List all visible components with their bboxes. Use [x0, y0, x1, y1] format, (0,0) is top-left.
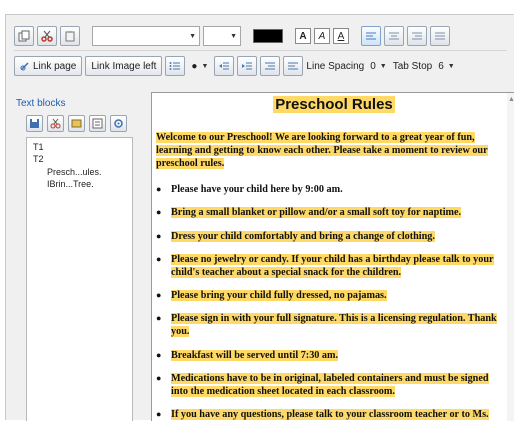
document-title: Preschool Rules [273, 96, 395, 113]
cut-icon[interactable] [37, 26, 57, 46]
rule-text: Please have your child here by 9:00 am. [171, 184, 343, 195]
rule-text-row: Please bring your child fully dressed, n… [171, 289, 501, 302]
list-item: ● Medications have to be in original, la… [156, 372, 501, 398]
bullet-icon: ● [156, 184, 162, 194]
bullet-icon: ● [156, 350, 162, 360]
text-block-icon[interactable] [89, 115, 106, 132]
intro-text: Welcome to our Preschool! We are looking… [156, 132, 488, 169]
line-spacing-combo[interactable]: 0 ▼ [367, 58, 390, 74]
bullet-icon: ● [191, 60, 198, 72]
save-icon[interactable] [26, 115, 43, 132]
scroll-up-icon[interactable]: ▲ [508, 95, 514, 103]
outdent-icon[interactable] [260, 56, 281, 76]
bullet-style-combo[interactable]: ● ▼ [188, 58, 211, 74]
bullet-icon: ● [156, 207, 162, 217]
rule-text-row: Bring a small blanket or pillow and/or a… [171, 206, 501, 219]
rule-text-row: Please no jewelry or candy. If your chil… [171, 253, 501, 279]
tree-node-bring-tree[interactable]: IBrin...Tree. [47, 179, 94, 189]
rule-text-row: Medications have to be in original, labe… [171, 372, 501, 398]
text-color-swatch[interactable] [253, 29, 283, 43]
rule-text: Please sign in with your full signature.… [171, 313, 497, 337]
paste-icon[interactable] [60, 26, 80, 46]
underline-button[interactable]: A [333, 28, 349, 44]
list-item: ● Please no jewelry or candy. If your ch… [156, 253, 501, 279]
text-blocks-panel: Text blocks T1 T2 Presch...ules. IBrin..… [6, 91, 141, 421]
vertical-scrollbar[interactable]: ▲ [507, 93, 514, 421]
toolbar-divider [14, 50, 507, 51]
title-row: Preschool Rules [152, 96, 514, 118]
indent-icon[interactable] [283, 56, 304, 76]
bullet-icon: ● [156, 373, 162, 383]
link-image-left-label: Link Image left [91, 60, 157, 72]
bullet-icon: ● [156, 290, 162, 300]
bold-button[interactable]: A [295, 28, 311, 44]
copy-icon[interactable] [14, 26, 34, 46]
editor-window: ▼ ▼ A A A Link page Link Image left ● ▼ … [5, 14, 514, 421]
rule-text: Breakfast will be served until 7:30 am. [171, 350, 339, 361]
increase-indent-icon[interactable] [237, 56, 258, 76]
bullet-icon: ● [156, 409, 162, 419]
decrease-indent-icon[interactable] [214, 56, 235, 76]
list-item: ● Please have your child here by 9:00 am… [156, 183, 501, 196]
font-family-combo[interactable]: ▼ [92, 26, 200, 46]
list-item: ● If you have any questions, please talk… [156, 408, 501, 421]
tab-stop-combo[interactable]: 6 ▼ [435, 58, 458, 74]
rule-text: If you have any questions, please talk t… [171, 409, 489, 421]
chevron-down-icon: ▼ [189, 32, 196, 40]
tab-stop-label: Tab Stop [392, 60, 433, 72]
paragraph-toolbar: Link page Link Image left ● ▼ Line Spaci… [6, 53, 514, 79]
link-page-label: Link page [33, 60, 77, 72]
rule-text: Please bring your child fully dressed, n… [171, 290, 387, 301]
tree-node-t1[interactable]: T1 [33, 142, 44, 152]
align-center-icon[interactable] [384, 26, 404, 46]
formatting-toolbar: ▼ ▼ A A A [6, 23, 514, 49]
rule-text-row: If you have any questions, please talk t… [171, 408, 501, 421]
text-blocks-tree: T1 T2 Presch...ules. IBrin...Tree. [26, 137, 133, 421]
bullet-icon: ● [156, 231, 162, 241]
panel-title: Text blocks [16, 98, 66, 109]
bullet-icon: ● [156, 254, 162, 264]
align-left-icon[interactable] [361, 26, 381, 46]
image-icon[interactable] [68, 115, 85, 132]
rule-text-row: Breakfast will be served until 7:30 am. [171, 349, 501, 362]
rule-text: Dress your child comfortably and bring a… [171, 231, 435, 242]
rule-text-row: Please have your child here by 9:00 am. [171, 183, 501, 196]
chevron-down-icon: ▼ [379, 62, 387, 70]
rule-text: Medications have to be in original, labe… [171, 373, 489, 397]
rule-text-row: Please sign in with your full signature.… [171, 312, 501, 338]
tree-node-t2[interactable]: T2 [33, 154, 44, 164]
list-item: ● Please sign in with your full signatur… [156, 312, 501, 338]
cut-icon[interactable] [47, 115, 64, 132]
rule-text: Please no jewelry or candy. If your chil… [171, 254, 494, 278]
document-canvas[interactable]: Preschool Rules Welcome to our Preschool… [151, 92, 514, 421]
bullet-icon: ● [156, 313, 162, 323]
list-item: ● Bring a small blanket or pillow and/or… [156, 206, 501, 219]
align-right-icon[interactable] [407, 26, 427, 46]
rule-text: Bring a small blanket or pillow and/or a… [171, 207, 462, 218]
chevron-down-icon: ▼ [201, 62, 209, 70]
rule-text-row: Dress your child comfortably and bring a… [171, 230, 501, 243]
chevron-down-icon: ▼ [230, 32, 237, 40]
tab-stop-value: 6 [438, 60, 444, 72]
italic-button[interactable]: A [314, 28, 330, 44]
intro-paragraph: Welcome to our Preschool! We are looking… [156, 131, 501, 170]
list-icon[interactable] [165, 56, 186, 76]
tree-node-preschool-rules[interactable]: Presch...ules. [47, 167, 102, 177]
font-size-combo[interactable]: ▼ [203, 26, 241, 46]
chevron-down-icon: ▼ [447, 62, 455, 70]
list-item: ● Dress your child comfortably and bring… [156, 230, 501, 243]
link-icon [20, 62, 29, 71]
settings-icon[interactable] [110, 115, 127, 132]
list-item: ● Breakfast will be served until 7:30 am… [156, 349, 501, 362]
list-item: ● Please bring your child fully dressed,… [156, 289, 501, 302]
link-page-button[interactable]: Link page [14, 56, 83, 76]
align-justify-icon[interactable] [430, 26, 450, 46]
link-image-left-button[interactable]: Link Image left [85, 56, 163, 76]
line-spacing-value: 0 [370, 60, 376, 72]
panel-toolbar [26, 115, 127, 132]
line-spacing-label: Line Spacing [306, 60, 365, 72]
